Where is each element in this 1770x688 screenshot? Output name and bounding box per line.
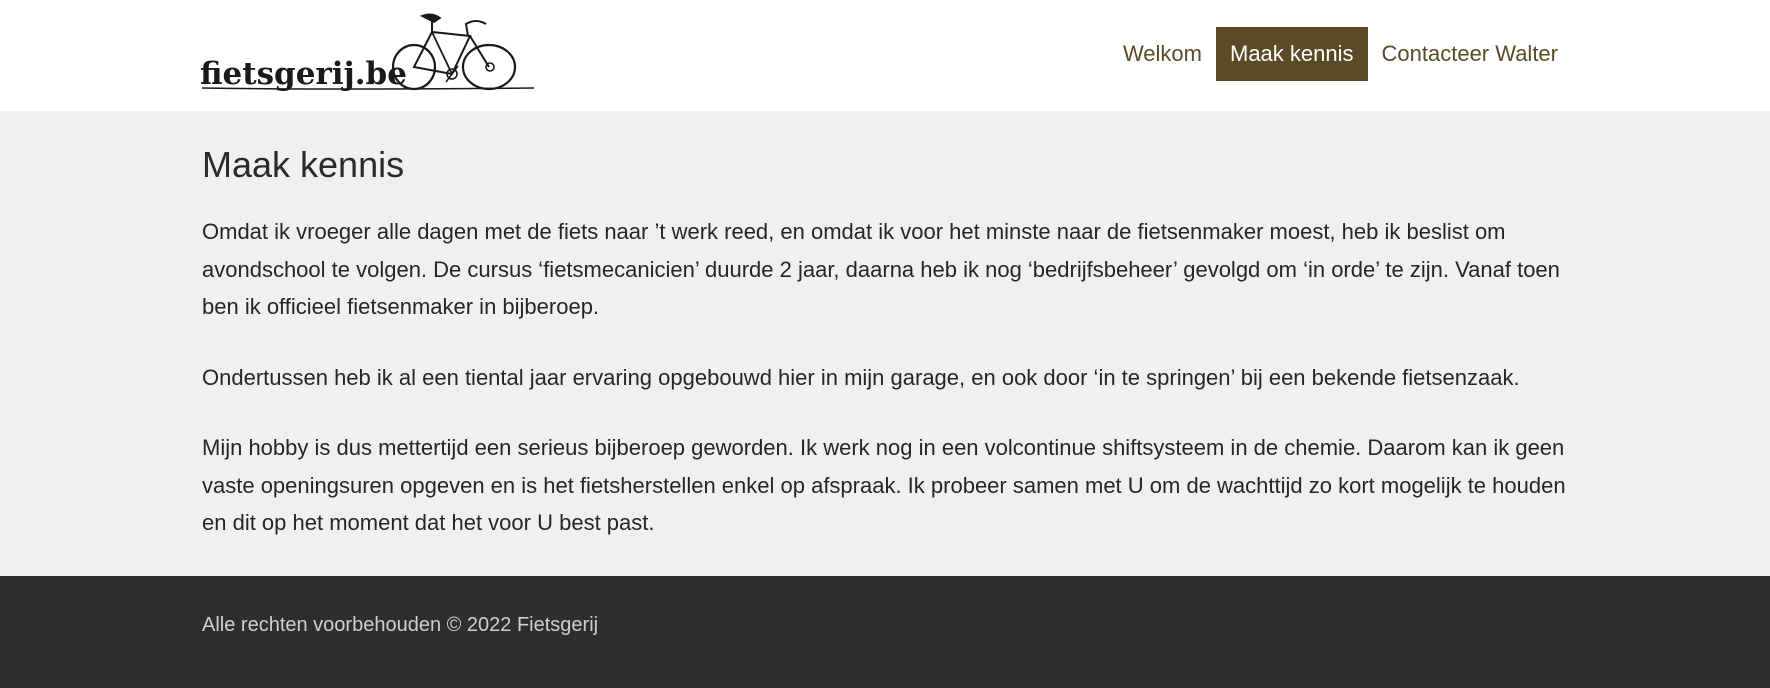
nav-item-contacteer-walter[interactable]: Contacteer Walter [1368,27,1572,81]
bicycle-logo-icon: fietsgerij.be [200,13,535,92]
site-header: fietsgerij.be Welkom Maak kennis Contact… [0,0,1770,111]
paragraph-intro: Omdat ik vroeger alle dagen met de fiets… [202,219,1560,320]
copyright-text: Alle rechten voorbehouden © 2022 Fietsge… [202,614,599,636]
content-column: Maak kennis Omdat ik vroeger alle dagen … [202,111,1572,542]
nav-item-maak-kennis[interactable]: Maak kennis [1216,27,1368,81]
main-content: Maak kennis Omdat ik vroeger alle dagen … [0,111,1770,576]
site-footer: Alle rechten voorbehouden © 2022 Fietsge… [0,576,1770,688]
paragraph-hobby: Mijn hobby is dus mettertijd een serieus… [202,435,1566,536]
main-nav: Welkom Maak kennis Contacteer Walter [1109,27,1572,81]
paragraph-experience: Ondertussen heb ik al een tiental jaar e… [202,364,1520,390]
nav-item-welkom[interactable]: Welkom [1109,27,1216,81]
site-logo[interactable]: fietsgerij.be [200,12,536,96]
page-title: Maak kennis [202,144,405,185]
logo-text: fietsgerij.be [200,56,407,92]
